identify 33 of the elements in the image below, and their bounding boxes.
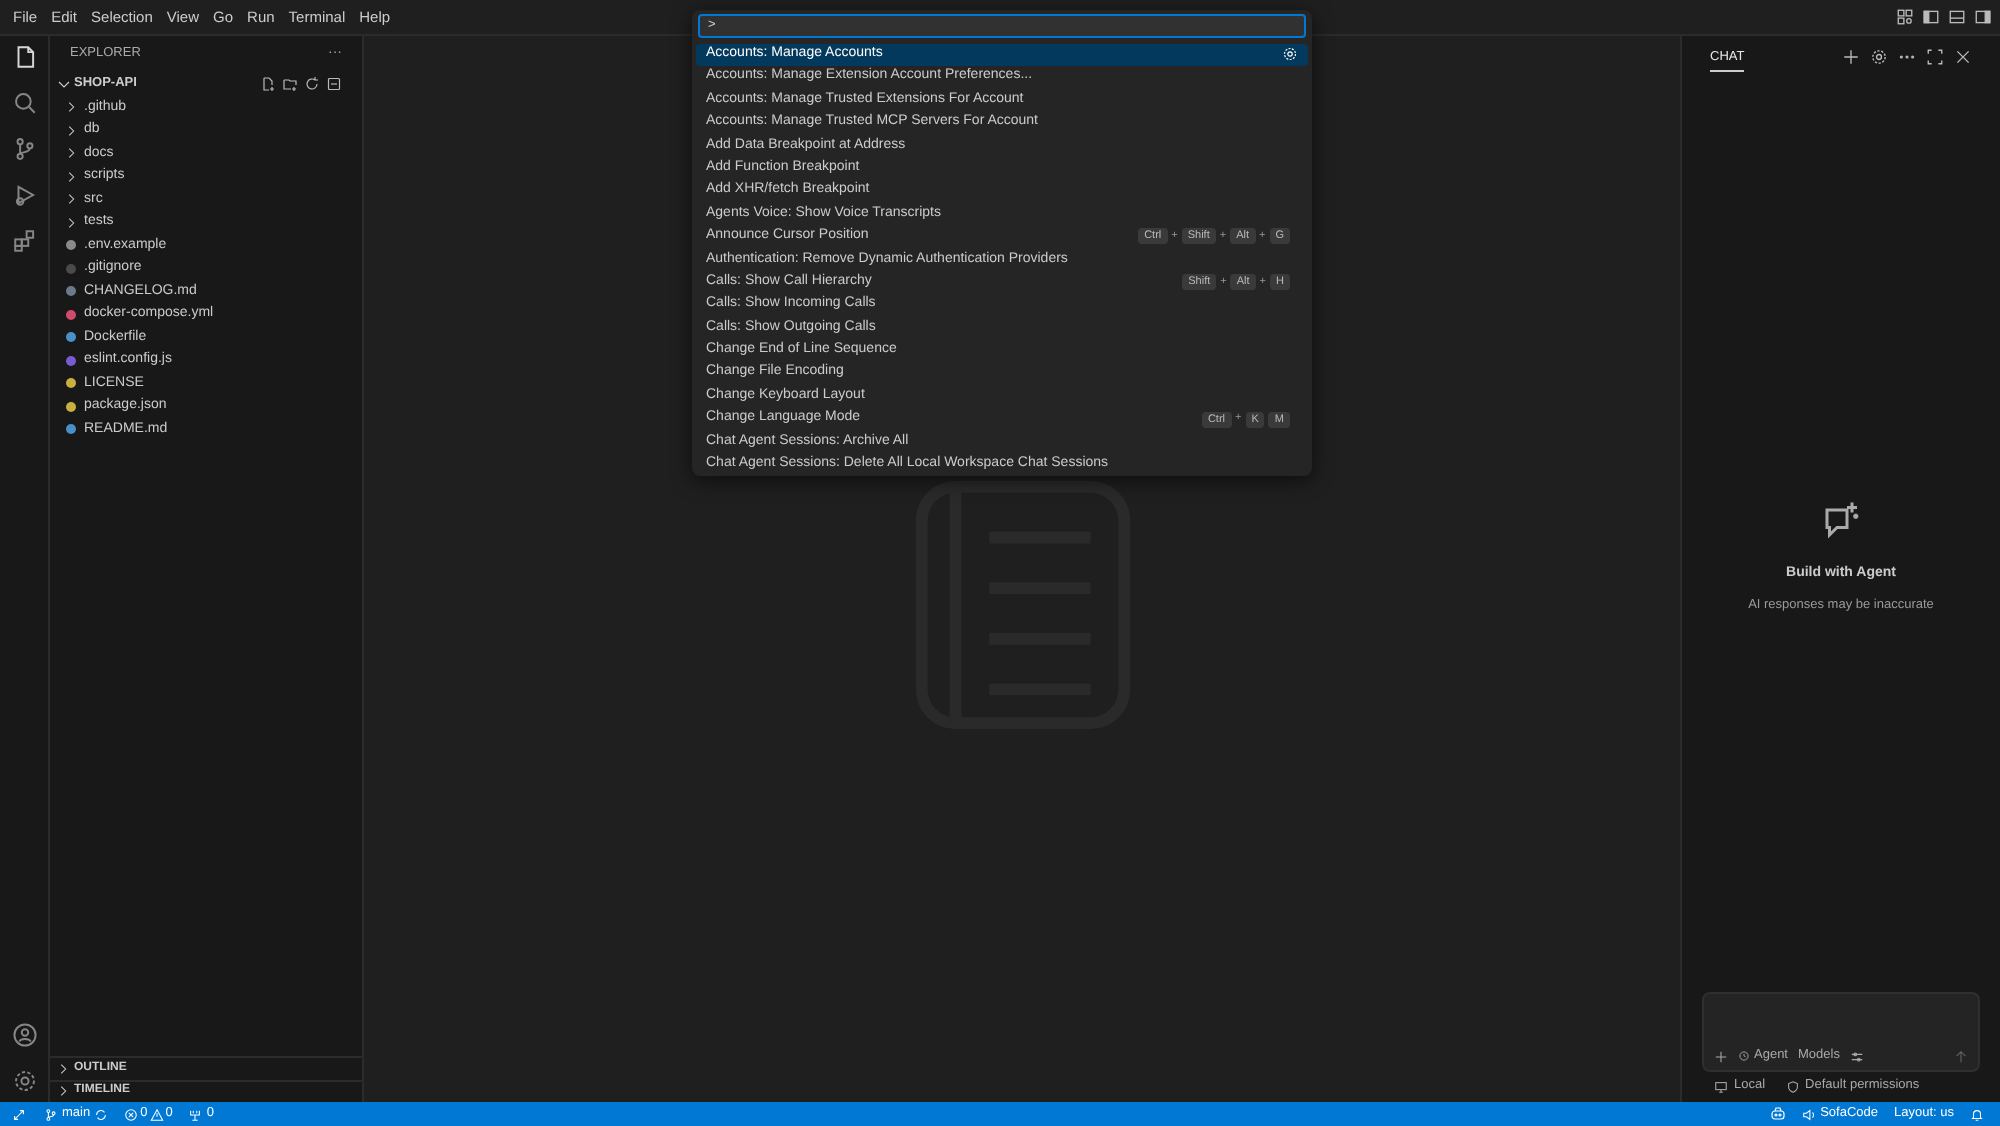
broadcast-icon (1802, 1107, 1817, 1121)
tools-icon[interactable] (1849, 1049, 1864, 1063)
customize-layout-icon[interactable] (1896, 8, 1914, 26)
notifications-icon[interactable] (1970, 1107, 1984, 1121)
branch-icon (44, 1107, 58, 1121)
new-chat-icon[interactable] (1842, 47, 1860, 65)
settings-icon[interactable] (1870, 47, 1888, 65)
refresh-icon[interactable] (304, 76, 320, 92)
copilot-icon[interactable] (1770, 1106, 1787, 1122)
toggle-secondary-sidebar-icon[interactable] (1974, 8, 1992, 26)
toggle-panel-icon[interactable] (1948, 8, 1966, 26)
monitor-icon (1714, 1079, 1728, 1093)
new-file-icon[interactable] (260, 76, 276, 92)
new-folder-icon[interactable] (282, 76, 298, 92)
run-debug-icon[interactable] (11, 182, 37, 208)
toggle-sidebar-icon[interactable] (1922, 8, 1940, 26)
error-icon (124, 1107, 139, 1121)
warning-icon (149, 1107, 164, 1121)
chat-sparkle-icon (1821, 500, 1861, 540)
add-context-icon[interactable] (1714, 1049, 1728, 1063)
remote-icon (11, 1107, 25, 1121)
account-icon[interactable] (11, 1022, 37, 1048)
search-icon[interactable] (11, 90, 37, 116)
shield-icon (1785, 1079, 1800, 1093)
maximize-icon[interactable] (1926, 47, 1944, 65)
source-control-icon[interactable] (11, 136, 37, 162)
close-icon[interactable] (1954, 47, 1972, 65)
settings-icon[interactable] (11, 1068, 37, 1094)
extensions-icon[interactable] (11, 228, 37, 254)
sync-icon (94, 1107, 109, 1121)
agent-icon (1738, 1050, 1750, 1062)
port-icon (188, 1107, 203, 1121)
collapse-all-icon[interactable] (326, 76, 342, 92)
